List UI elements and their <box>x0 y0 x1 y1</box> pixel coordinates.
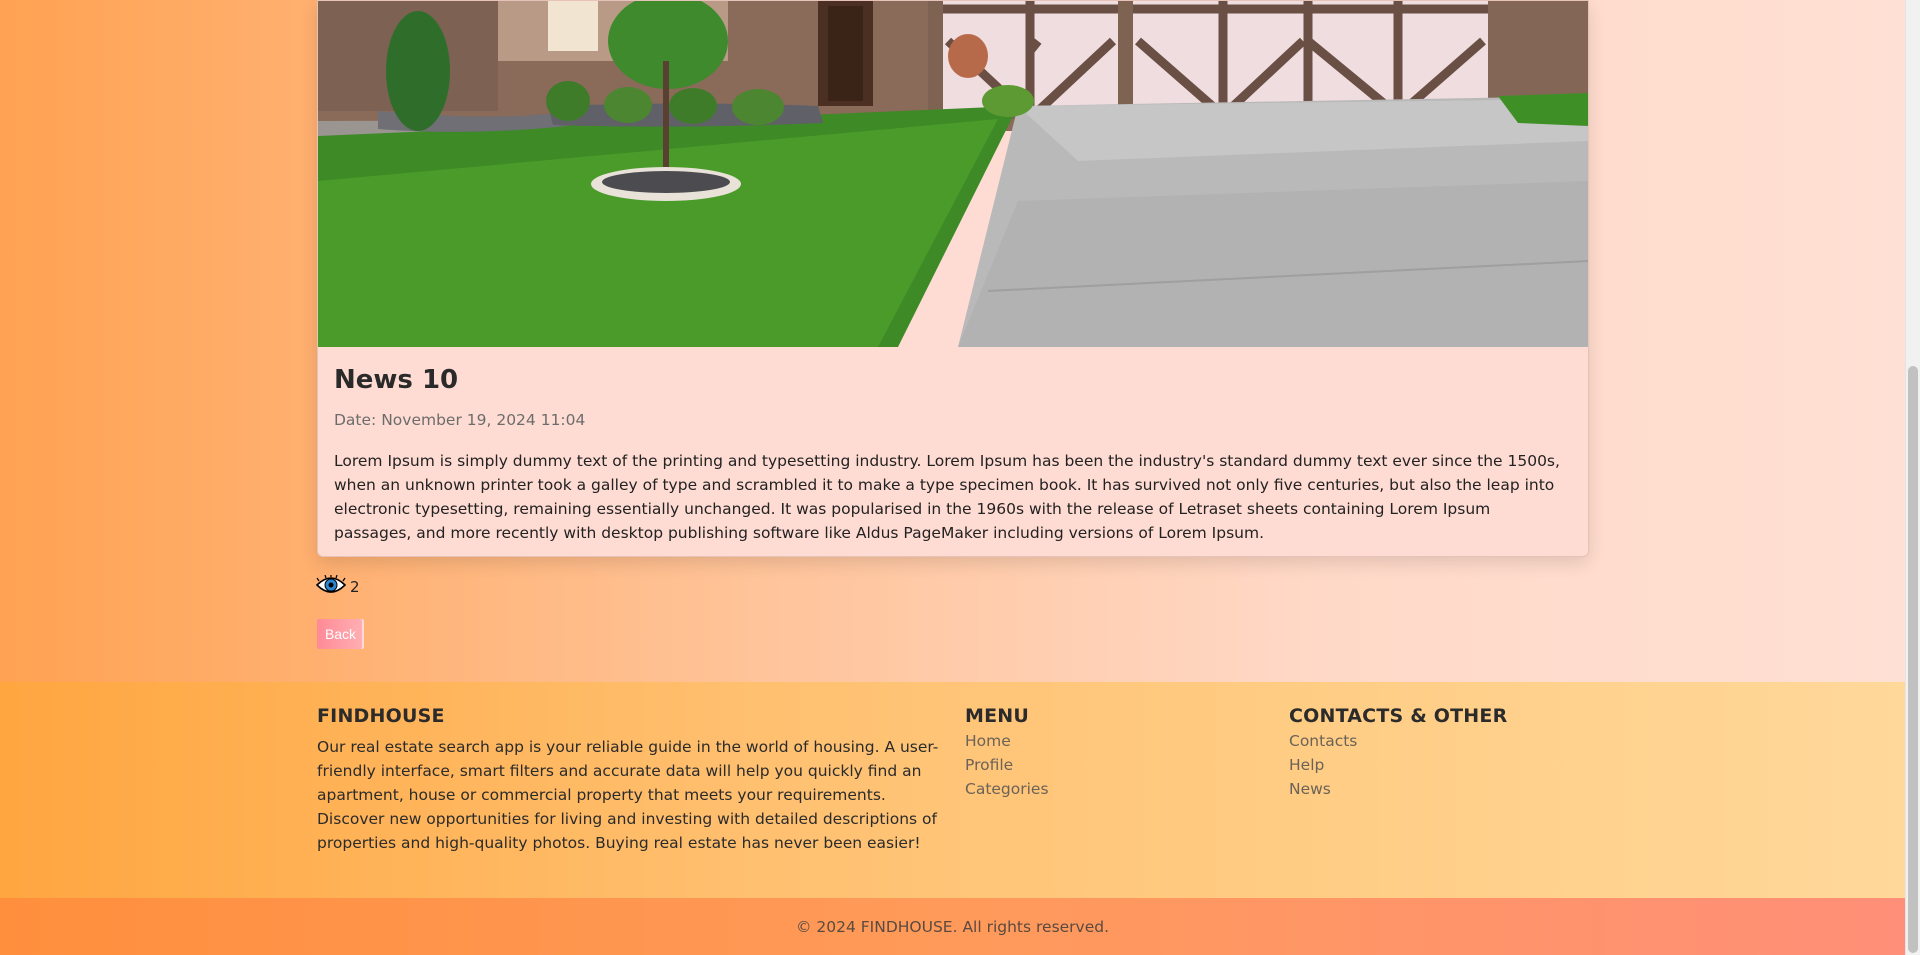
footer-link-categories[interactable]: Categories <box>965 777 1049 801</box>
footer-link-news[interactable]: News <box>1289 777 1507 801</box>
footer-link-profile[interactable]: Profile <box>965 753 1049 777</box>
news-title: News 10 <box>334 365 459 395</box>
scrollbar-thumb[interactable] <box>1908 366 1918 953</box>
footer-menu-title: MENU <box>965 705 1030 727</box>
footer-menu: MENU Home Profile Categories <box>965 704 1049 801</box>
news-image <box>318 1 1588 347</box>
footer-about-text: Our real estate search app is your relia… <box>317 738 939 852</box>
news-body-text: Lorem Ipsum is simply dummy text of the … <box>334 452 1560 542</box>
footer-brand-title: FINDHOUSE <box>317 705 445 727</box>
footer-about: FINDHOUSE Our real estate search app is … <box>317 704 947 855</box>
back-button[interactable]: Back <box>317 619 364 649</box>
news-date: Date: November 19, 2024 11:04 <box>334 411 586 429</box>
view-count: 2 <box>315 574 360 599</box>
footer-link-home[interactable]: Home <box>965 729 1049 753</box>
news-card: News 10 Date: November 19, 2024 11:04 Lo… <box>317 0 1589 557</box>
site-footer: FINDHOUSE Our real estate search app is … <box>0 682 1905 898</box>
view-count-value: 2 <box>350 578 360 596</box>
news-card-body: News 10 Date: November 19, 2024 11:04 Lo… <box>334 347 1572 545</box>
page-viewport: News 10 Date: November 19, 2024 11:04 Lo… <box>0 0 1905 955</box>
eye-icon <box>315 574 347 599</box>
footer-copyright: © 2024 FINDHOUSE. All rights reserved. <box>0 898 1905 955</box>
footer-contacts-title: CONTACTS & OTHER <box>1289 705 1508 727</box>
footer-link-help[interactable]: Help <box>1289 753 1507 777</box>
footer-contacts: CONTACTS & OTHER Contacts Help News <box>1289 704 1507 801</box>
footer-link-contacts[interactable]: Contacts <box>1289 729 1507 753</box>
vertical-scrollbar[interactable] <box>1905 0 1920 955</box>
